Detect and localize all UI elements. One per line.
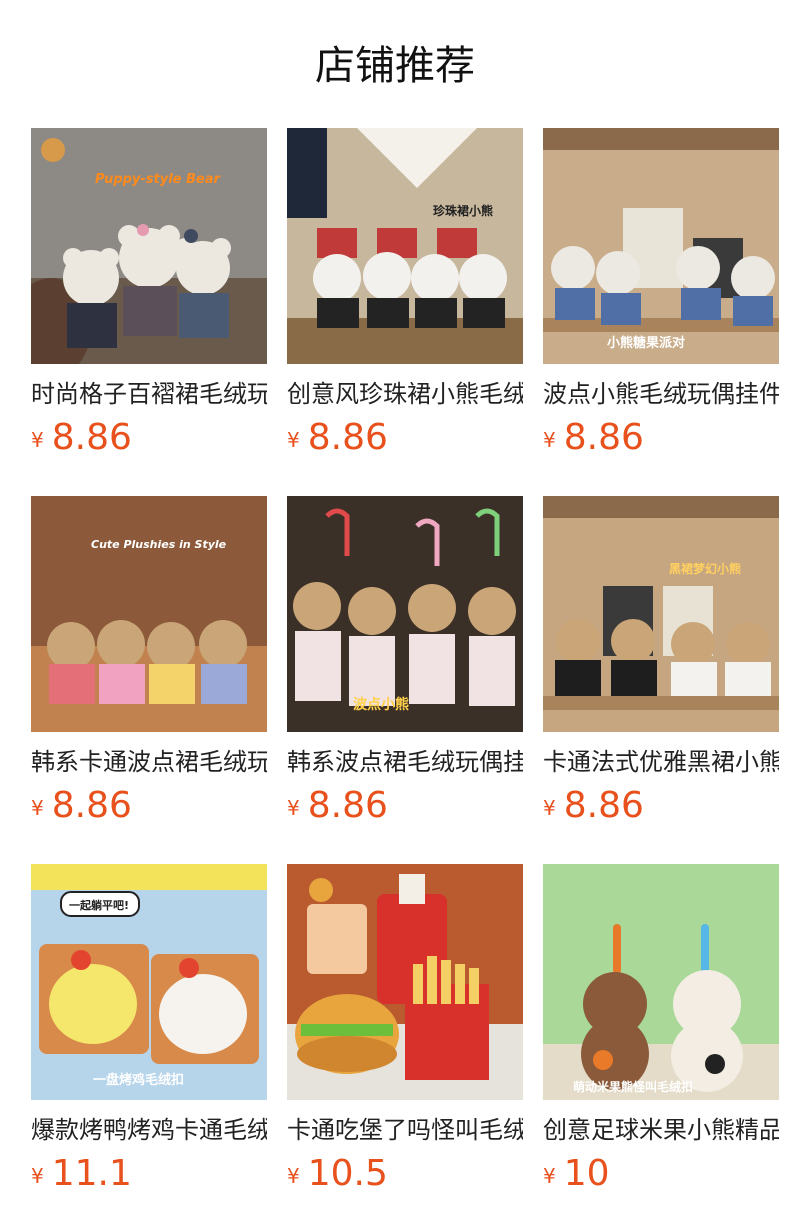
product-name[interactable]: 创意风珍珠裙小熊毛绒挂件 (287, 378, 523, 410)
product-card[interactable]: 黑裙梦幻小熊 卡通法式优雅黑裙小熊挂件 ¥8.86 (543, 496, 779, 826)
page-title: 店铺推荐 (315, 43, 475, 89)
product-card[interactable]: 萌动米果熊怪叫毛绒扣 创意足球米果小熊精品挂件 ¥10 (543, 864, 779, 1194)
product-card[interactable]: Puppy-style Bear 时尚格子百褶裙毛绒玩偶挂件 ¥8.86 (31, 128, 267, 458)
price-value: 8.86 (563, 417, 644, 458)
product-image[interactable]: 黑裙梦幻小熊 (543, 496, 779, 732)
price-value: 8.86 (563, 785, 644, 826)
product-price: ¥10 (543, 1154, 779, 1194)
product-price: ¥8.86 (543, 418, 779, 458)
product-image[interactable]: 萌动米果熊怪叫毛绒扣 (543, 864, 779, 1100)
product-grid: Puppy-style Bear 时尚格子百褶裙毛绒玩偶挂件 ¥8.86 (31, 128, 790, 1228)
currency-symbol: ¥ (287, 428, 300, 452)
product-image[interactable]: 小熊糖果派对 (543, 128, 779, 364)
product-image[interactable] (287, 864, 523, 1100)
product-name[interactable]: 波点小熊毛绒玩偶挂件 (543, 378, 779, 410)
product-price: ¥11.1 (31, 1154, 267, 1194)
currency-symbol: ¥ (31, 428, 44, 452)
product-name[interactable]: 卡通法式优雅黑裙小熊挂件 (543, 746, 779, 778)
price-value: 8.86 (307, 785, 388, 826)
price-value: 8.86 (51, 785, 132, 826)
price-value: 10 (563, 1153, 610, 1194)
currency-symbol: ¥ (543, 428, 556, 452)
product-name[interactable]: 卡通吃堡了吗怪叫毛绒挂件 (287, 1114, 523, 1146)
product-card[interactable]: 小熊糖果派对 波点小熊毛绒玩偶挂件 ¥8.86 (543, 128, 779, 458)
product-image[interactable]: Puppy-style Bear (31, 128, 267, 364)
product-price: ¥8.86 (543, 786, 779, 826)
product-price: ¥8.86 (31, 786, 267, 826)
product-price: ¥8.86 (31, 418, 267, 458)
currency-symbol: ¥ (543, 796, 556, 820)
product-card[interactable]: 卡通吃堡了吗怪叫毛绒挂件 ¥10.5 (287, 864, 523, 1194)
product-price: ¥8.86 (287, 786, 523, 826)
product-price: ¥10.5 (287, 1154, 523, 1194)
product-image[interactable]: 一起躺平吧! 一盘烤鸡毛绒扣 (31, 864, 267, 1100)
price-value: 8.86 (307, 417, 388, 458)
currency-symbol: ¥ (31, 1164, 44, 1188)
product-image[interactable]: Cute Plushies in Style (31, 496, 267, 732)
currency-symbol: ¥ (287, 1164, 300, 1188)
currency-symbol: ¥ (287, 796, 300, 820)
price-value: 10.5 (307, 1153, 388, 1194)
product-name[interactable]: 创意足球米果小熊精品挂件 (543, 1114, 779, 1146)
product-card[interactable]: 一起躺平吧! 一盘烤鸡毛绒扣 爆款烤鸭烤鸡卡通毛绒挂件 ¥11.1 (31, 864, 267, 1194)
currency-symbol: ¥ (543, 1164, 556, 1188)
product-card[interactable]: 珍珠裙小熊 创意风珍珠裙小熊毛绒挂件 ¥8.86 (287, 128, 523, 458)
product-name[interactable]: 韩系卡通波点裙毛绒玩偶挂件 (31, 746, 267, 778)
product-card[interactable]: Cute Plushies in Style 韩系卡通波点裙毛绒玩偶挂件 ¥8.… (31, 496, 267, 826)
price-value: 8.86 (51, 417, 132, 458)
product-card[interactable]: 波点小熊 韩系波点裙毛绒玩偶挂件 ¥8.86 (287, 496, 523, 826)
product-name[interactable]: 爆款烤鸭烤鸡卡通毛绒挂件 (31, 1114, 267, 1146)
product-image[interactable]: 珍珠裙小熊 (287, 128, 523, 364)
product-price: ¥8.86 (287, 418, 523, 458)
product-name[interactable]: 韩系波点裙毛绒玩偶挂件 (287, 746, 523, 778)
price-value: 11.1 (51, 1153, 132, 1194)
product-name[interactable]: 时尚格子百褶裙毛绒玩偶挂件 (31, 378, 267, 410)
product-image[interactable]: 波点小熊 (287, 496, 523, 732)
currency-symbol: ¥ (31, 796, 44, 820)
